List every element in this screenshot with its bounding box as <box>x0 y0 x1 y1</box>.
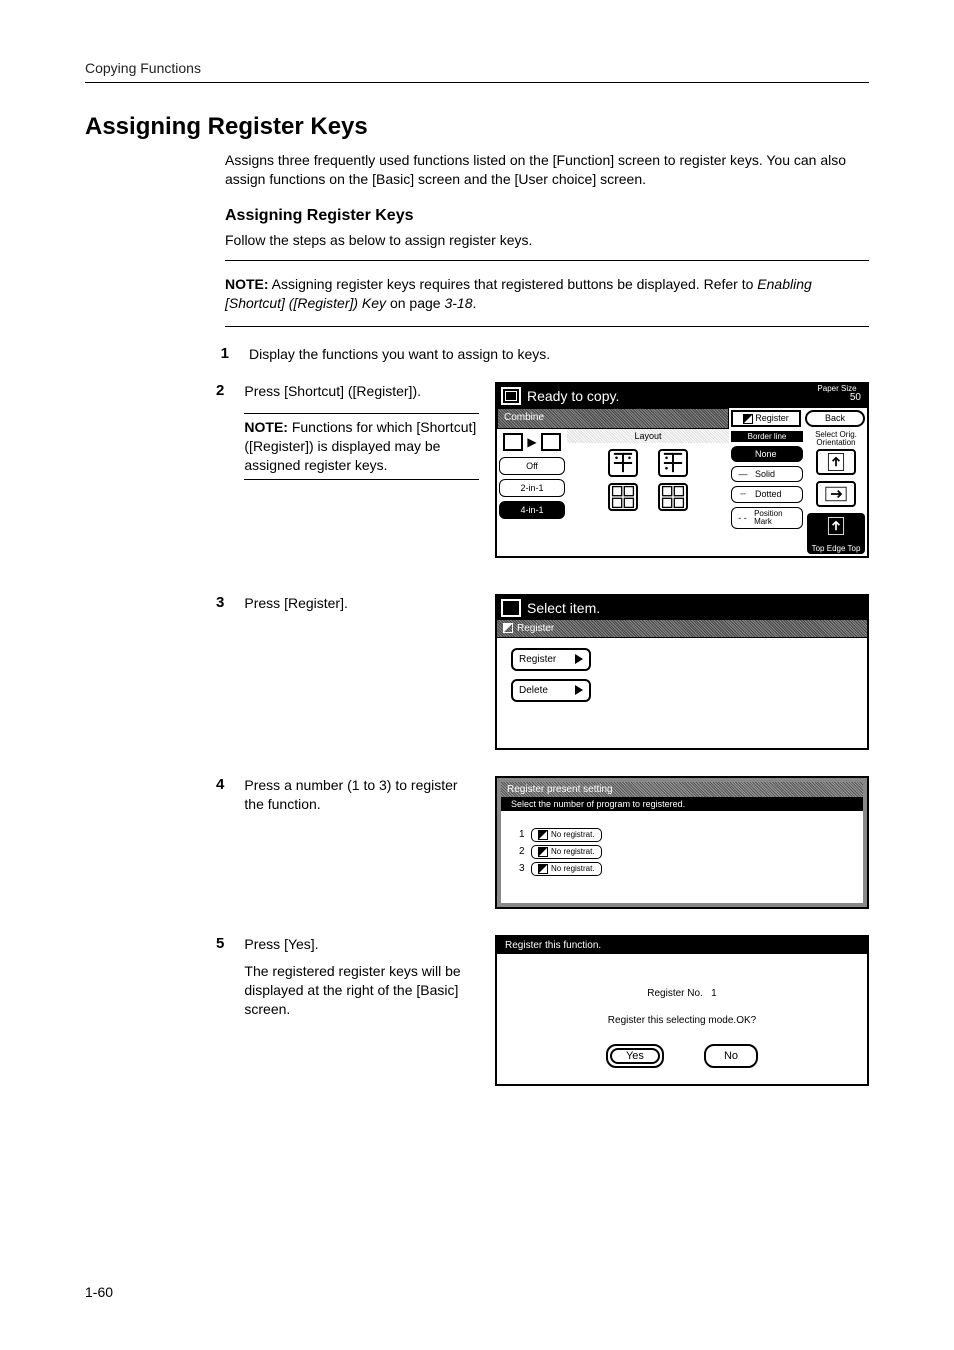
border-line-label: Border line <box>731 431 803 442</box>
option-off[interactable]: Off <box>499 457 565 475</box>
confirm-text: Register this selecting mode.OK? <box>507 1015 857 1026</box>
register-no-value: 1 <box>711 988 717 999</box>
divider <box>244 413 479 414</box>
document-icon <box>501 387 521 405</box>
yes-button[interactable]: Yes <box>606 1044 664 1068</box>
option-2in1[interactable]: 2-in-1 <box>499 479 565 497</box>
orientation-portrait[interactable] <box>816 449 856 475</box>
step-3-text: Press [Register]. <box>244 594 479 613</box>
intro-paragraph: Assigns three frequently used functions … <box>225 151 869 189</box>
page-number: 1-60 <box>85 1284 113 1300</box>
screen-subtitle: Select the number of program to register… <box>501 797 863 811</box>
border-none-label: None <box>755 449 777 459</box>
orientation-top-edge-top[interactable]: Top Edge Top <box>807 513 865 554</box>
paper-size-indicator: Paper Size 50 <box>807 384 867 408</box>
register-no-line: Register No. 1 <box>507 988 857 999</box>
slot-number: 3 <box>519 863 531 874</box>
no-label: No <box>724 1050 738 1062</box>
register-label: Register <box>519 654 556 665</box>
delete-label: Delete <box>519 685 548 696</box>
yes-label: Yes <box>626 1050 644 1062</box>
layout-option[interactable] <box>658 449 688 477</box>
note-page: 3-18 <box>444 295 472 311</box>
tab-register[interactable]: Register <box>497 620 867 638</box>
divider <box>225 326 869 327</box>
step-5-text: Press [Yes]. <box>244 935 479 954</box>
no-button[interactable]: No <box>704 1044 758 1068</box>
register-slot[interactable]: No registrat. <box>531 828 602 842</box>
step-5-text-2: The registered register keys will be dis… <box>244 962 479 1019</box>
step-2-note: NOTE: Functions for which [Shortcut] ([R… <box>244 418 479 475</box>
screen-title: Ready to copy. <box>527 388 619 404</box>
note-period: . <box>472 295 476 311</box>
note-label: NOTE: <box>225 276 269 292</box>
layout-option[interactable] <box>658 483 688 511</box>
document-icon <box>501 599 521 617</box>
layout-option[interactable] <box>608 449 638 477</box>
divider <box>244 479 479 480</box>
tab-combine[interactable]: Combine <box>497 408 729 429</box>
paper-size-value: 50 <box>809 393 865 403</box>
layout-option[interactable] <box>608 483 638 511</box>
layout-label: Layout <box>567 429 729 443</box>
border-position-mark[interactable]: - -Position Mark <box>731 507 803 529</box>
screen-title: Register present setting <box>501 782 863 797</box>
delete-button[interactable]: Delete <box>511 679 591 702</box>
register-slot-row: 2 No registrat. <box>519 845 845 859</box>
screen-combine: Ready to copy. Paper Size 50 Combine Reg… <box>495 382 869 558</box>
step-number: 5 <box>193 935 244 952</box>
divider <box>225 260 869 261</box>
step-number: 2 <box>193 382 244 399</box>
step-2-text: Press [Shortcut] ([Register]). <box>244 382 479 401</box>
page-title: Assigning Register Keys <box>85 113 869 141</box>
border-solid-label: Solid <box>755 469 775 479</box>
screen-register-this-function: Register this function. Register No. 1 R… <box>495 935 869 1086</box>
screen-title: Register this function. <box>497 937 867 954</box>
register-button[interactable]: Register <box>731 410 801 427</box>
combine-preview: ▶ <box>499 431 565 453</box>
border-dotted-label: Dotted <box>755 489 782 499</box>
page-thumb-icon <box>541 433 561 451</box>
slot-label: No registrat. <box>551 831 595 839</box>
step-number: 1 <box>193 345 249 362</box>
arrow-right-icon: ▶ <box>527 435 536 449</box>
slot-number: 2 <box>519 846 531 857</box>
arrow-right-icon <box>575 685 583 695</box>
step-number: 4 <box>193 776 244 793</box>
option-4in1[interactable]: 4-in-1 <box>499 501 565 519</box>
sub-heading: Assigning Register Keys <box>225 207 869 225</box>
step-number: 3 <box>193 594 244 611</box>
note-label: NOTE: <box>244 419 288 435</box>
register-no-label: Register No. <box>647 988 703 999</box>
register-slot[interactable]: No registrat. <box>531 862 602 876</box>
sub-lead: Follow the steps as below to assign regi… <box>225 231 869 250</box>
running-header: Copying Functions <box>85 60 869 83</box>
screen-select-item: Select item. Register Register Delete <box>495 594 869 750</box>
back-button[interactable]: Back <box>805 410 865 427</box>
top-edge-label: Top Edge Top <box>807 545 865 553</box>
orientation-landscape[interactable] <box>816 481 856 507</box>
border-mark-label: Position Mark <box>754 510 800 526</box>
note-text-a: Assigning register keys requires that re… <box>269 276 758 292</box>
register-button[interactable]: Register <box>511 648 591 671</box>
register-slot-row: 3 No registrat. <box>519 862 845 876</box>
slot-label: No registrat. <box>551 848 595 856</box>
register-slot-row: 1 No registrat. <box>519 828 845 842</box>
note-1: NOTE: Assigning register keys requires t… <box>225 275 869 313</box>
border-dotted[interactable]: ┄Dotted <box>731 486 803 503</box>
arrow-right-icon <box>575 654 583 664</box>
orientation-label: Select Orig. Orientation <box>807 431 865 447</box>
border-solid[interactable]: —Solid <box>731 466 803 482</box>
register-slot[interactable]: No registrat. <box>531 845 602 859</box>
screen-title: Select item. <box>527 600 600 616</box>
page-thumb-icon <box>503 433 523 451</box>
screen-register-present-setting: Register present setting Select the numb… <box>495 776 869 909</box>
note-text-b: on page <box>386 295 444 311</box>
step-4-text: Press a number (1 to 3) to register the … <box>244 776 479 814</box>
border-none[interactable]: None <box>731 446 803 462</box>
slot-number: 1 <box>519 829 531 840</box>
slot-label: No registrat. <box>551 865 595 873</box>
step-1-text: Display the functions you want to assign… <box>249 345 550 364</box>
